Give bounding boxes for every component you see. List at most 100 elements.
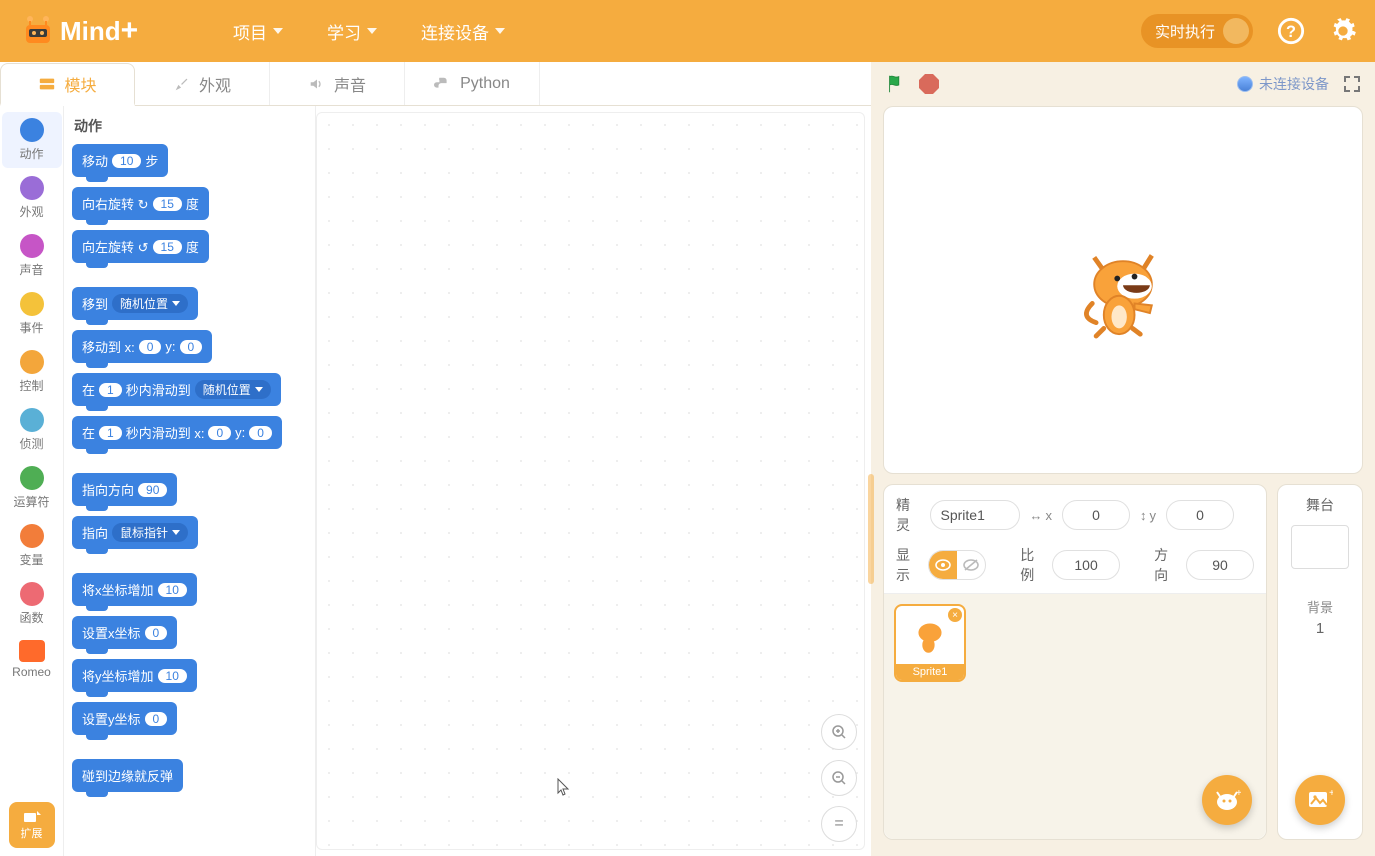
palette-title: 动作 [74,116,309,136]
extension-icon [22,809,42,825]
green-flag-icon[interactable] [885,73,907,95]
chevron-down-icon [495,28,505,34]
delete-sprite-button[interactable]: × [948,608,962,622]
script-workspace[interactable]: = [316,106,871,856]
realtime-toggle[interactable]: 实时执行 [1141,14,1253,48]
block-change-y[interactable]: 将y坐标增加10 [72,659,197,692]
label-show: 显示 [896,545,918,585]
sprite-thumb[interactable]: × Sprite1 [894,604,966,682]
cat-looks[interactable]: 外观 [2,170,62,226]
sprite-direction-input[interactable] [1186,550,1254,580]
label-direction: 方向 [1154,545,1176,585]
block-glide-xy[interactable]: 在1秒内滑动到 x:0y:0 [72,416,282,449]
block-point-direction[interactable]: 指向方向90 [72,473,177,506]
tab-python[interactable]: Python [405,62,540,105]
status-dot-icon [1237,76,1253,92]
chevron-down-icon [273,28,283,34]
y-icon: ↕ y [1140,508,1156,523]
eye-off-icon [963,559,979,571]
stage-thumb[interactable] [1291,525,1349,569]
sprite-scale-input[interactable] [1052,550,1120,580]
menu-learn[interactable]: 学习 [327,19,377,44]
block-move-steps[interactable]: 移动10步 [72,144,168,177]
block-glide-random[interactable]: 在1秒内滑动到随机位置 [72,373,281,406]
cat-control[interactable]: 控制 [2,344,62,400]
block-point-towards[interactable]: 指向鼠标指针 [72,516,198,549]
eye-icon [935,559,951,571]
hide-button[interactable] [957,551,985,579]
cat-sound[interactable]: 声音 [2,228,62,284]
python-icon [434,75,452,93]
stage-panel-title: 舞台 [1306,495,1334,515]
cat-romeo[interactable]: Romeo [2,634,62,685]
block-goto-random[interactable]: 移到随机位置 [72,287,198,320]
block-set-y[interactable]: 设置y坐标0 [72,702,177,735]
toggle-knob [1223,18,1249,44]
block-set-x[interactable]: 设置x坐标0 [72,616,177,649]
tab-blocks[interactable]: 模块 [0,63,135,106]
realtime-label: 实时执行 [1155,21,1215,42]
svg-text:+: + [1236,788,1241,799]
block-goto-xy[interactable]: 移动到 x:0y:0 [72,330,212,363]
chevron-down-icon [367,28,377,34]
extensions-button[interactable]: 扩展 [9,802,55,848]
zoom-out-button[interactable] [821,760,857,796]
visibility-toggle [928,550,986,580]
svg-text:+: + [1329,789,1333,799]
zoom-reset-button[interactable]: = [821,806,857,842]
backdrops-count: 1 [1316,620,1324,637]
sprite-name-input[interactable] [930,500,1020,530]
sprite-thumb-label: Sprite1 [896,664,964,680]
cat-variables[interactable]: 变量 [2,518,62,574]
magnify-plus-icon [831,724,847,740]
backdrops-label: 背景 [1307,597,1333,616]
editor-tabs: 模块 外观 声音 Python [0,62,871,106]
image-plus-icon: + [1307,789,1333,811]
speaker-icon [308,75,326,93]
x-icon: ↔ x [1030,508,1053,523]
sprite-panel: 精灵 ↔ x ↕ y 显示 比例 方 [883,484,1267,840]
cat-motion[interactable]: 动作 [2,112,62,168]
svg-text:?: ? [1286,23,1296,41]
sprite-thumb-icon [910,615,950,655]
block-bounce-edge[interactable]: 碰到边缘就反弹 [72,759,183,792]
tab-looks[interactable]: 外观 [135,62,270,105]
workspace-scrollbar[interactable] [868,474,874,584]
help-icon[interactable]: ? [1277,17,1305,45]
connection-status[interactable]: 未连接设备 [1237,74,1329,94]
block-turn-left[interactable]: 向左旋转 ↺15度 [72,230,209,263]
label-scale: 比例 [1020,545,1042,585]
zoom-in-button[interactable] [821,714,857,750]
menu-connect[interactable]: 连接设备 [421,19,505,44]
logo[interactable]: Mind+ [18,8,163,54]
top-nav: Mind+ 项目 学习 连接设备 实时执行 ? [0,0,1375,62]
brush-icon [173,75,191,93]
label-sprite: 精灵 [896,495,920,535]
sprite-on-stage[interactable] [1075,240,1171,340]
menu-bar: 项目 学习 连接设备 [233,19,505,44]
cat-sensing[interactable]: 侦测 [2,402,62,458]
cat-events[interactable]: 事件 [2,286,62,342]
add-backdrop-button[interactable]: + [1295,775,1345,825]
magnify-minus-icon [831,770,847,786]
block-palette[interactable]: 动作 移动10步 向右旋转 ↻15度 向左旋转 ↺15度 移到随机位置 移动到 … [64,106,316,856]
category-rail: 动作 外观 声音 事件 控制 侦测 运算符 变量 函数 Romeo 扩展 [0,106,64,856]
sprite-x-input[interactable] [1062,500,1130,530]
gear-icon[interactable] [1329,17,1357,45]
menu-project[interactable]: 项目 [233,19,283,44]
stage-header: 未连接设备 [871,62,1375,106]
block-change-x[interactable]: 将x坐标增加10 [72,573,197,606]
add-sprite-button[interactable]: + [1202,775,1252,825]
cat-functions[interactable]: 函数 [2,576,62,632]
tab-sound[interactable]: 声音 [270,62,405,105]
stop-icon[interactable] [919,74,939,94]
stage-panel: 舞台 背景 1 + [1277,484,1363,840]
robot-icon [18,11,58,51]
fullscreen-icon[interactable] [1343,75,1361,93]
stage[interactable] [883,106,1363,474]
block-turn-right[interactable]: 向右旋转 ↻15度 [72,187,209,220]
show-button[interactable] [929,551,957,579]
cat-operators[interactable]: 运算符 [2,460,62,516]
sprite-list: × Sprite1 + [884,593,1266,839]
sprite-y-input[interactable] [1166,500,1234,530]
